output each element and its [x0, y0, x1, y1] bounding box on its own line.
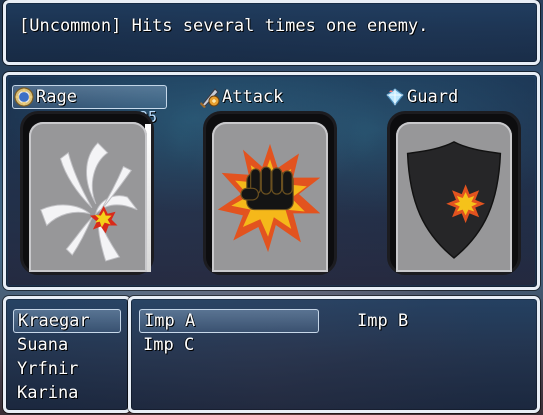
skill-label-rage: Rage — [36, 87, 77, 107]
rage-card-art — [40, 142, 138, 262]
party-member[interactable]: Kraegar — [13, 309, 121, 333]
enemy-target[interactable]: Imp A — [139, 309, 319, 333]
skill-card-guard[interactable] — [387, 111, 521, 275]
skill-label-guard: Guard — [407, 87, 459, 107]
skill-card-rage[interactable] — [20, 111, 154, 275]
card-face — [396, 122, 512, 272]
enemy-target-window: Imp A Imp B Imp C — [128, 296, 540, 413]
skill-description: [Uncommon] Hits several times one enemy. — [19, 16, 429, 36]
skill-window: Rage 25 Attack — [3, 72, 540, 290]
help-window: [Uncommon] Hits several times one enemy. — [3, 0, 540, 65]
skill-option-rage[interactable]: Rage — [12, 85, 167, 109]
rage-icon — [13, 86, 35, 108]
card-face — [212, 122, 328, 272]
attack-card-art — [217, 143, 321, 253]
battle-screen: [Uncommon] Hits several times one enemy.… — [0, 0, 543, 415]
skill-card-attack[interactable] — [203, 111, 337, 275]
party-member[interactable]: Yrfnir — [13, 357, 121, 381]
skill-option-attack[interactable]: Attack — [199, 85, 339, 109]
card-face — [29, 122, 147, 272]
skill-option-guard[interactable]: Guard — [384, 85, 524, 109]
enemy-target[interactable]: Imp B — [353, 309, 533, 333]
skill-label-attack: Attack — [222, 87, 284, 107]
party-member[interactable]: Suana — [13, 333, 121, 357]
enemy-target[interactable]: Imp C — [139, 333, 319, 357]
attack-icon — [199, 86, 221, 108]
party-member[interactable]: Karina — [13, 381, 121, 405]
party-window: Kraegar Suana Yrfnir Karina — [3, 296, 131, 413]
guard-card-art — [406, 141, 502, 259]
guard-icon — [384, 86, 406, 108]
